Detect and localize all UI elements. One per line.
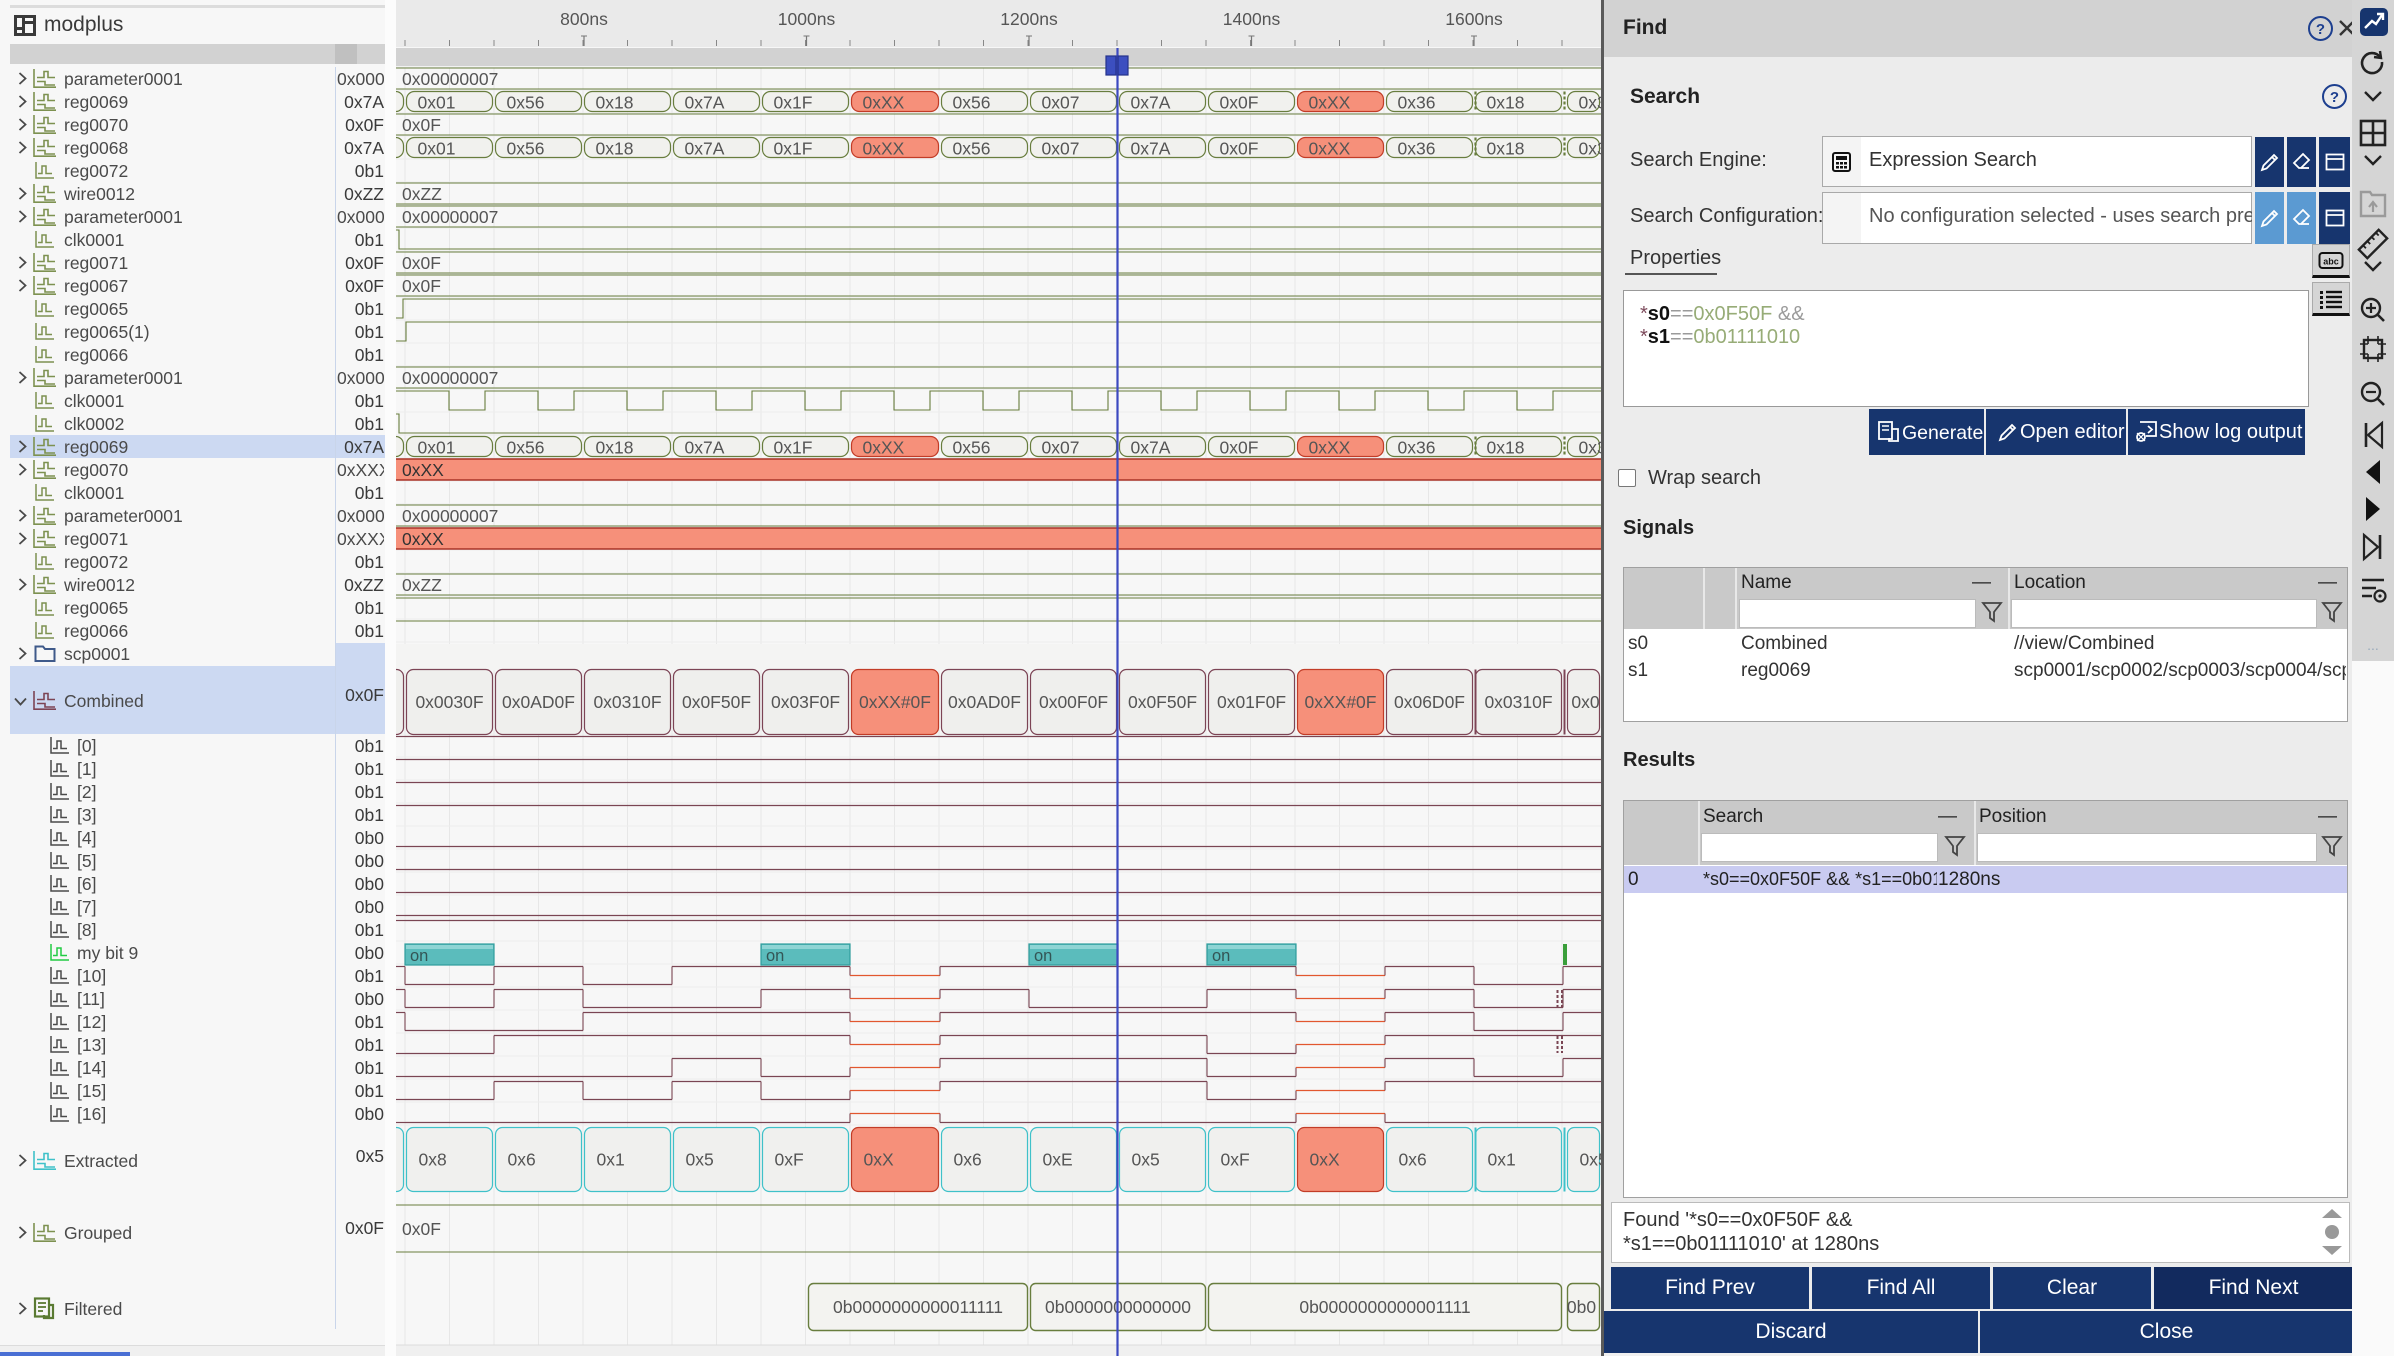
- svg-text:0x0F: 0x0F: [1220, 93, 1259, 113]
- svg-text:0x7A: 0x7A: [1131, 438, 1171, 458]
- svg-text:0x1F: 0x1F: [774, 139, 813, 159]
- svg-text:0xX: 0xX: [1310, 1150, 1340, 1170]
- svg-text:0x7A: 0x7A: [685, 93, 725, 113]
- svg-text:0x01: 0x01: [418, 139, 456, 159]
- svg-text:0xXX#0F: 0xXX#0F: [859, 692, 931, 712]
- svg-text:on: on: [1212, 947, 1230, 965]
- svg-text:1400ns: 1400ns: [1223, 9, 1281, 29]
- svg-text:0x0F: 0x0F: [402, 276, 441, 296]
- svg-text:0b0000000000011111: 0b0000000000011111: [833, 1297, 1003, 1317]
- svg-text:0x07: 0x07: [1042, 93, 1080, 113]
- svg-text:0x07: 0x07: [1042, 139, 1080, 159]
- svg-text:0xXX#0F: 0xXX#0F: [1305, 692, 1377, 712]
- svg-text:0xXX: 0xXX: [1309, 438, 1351, 458]
- svg-text:0x0AD0F: 0x0AD0F: [502, 692, 575, 712]
- svg-text:0x56: 0x56: [953, 139, 991, 159]
- svg-text:on: on: [1034, 947, 1052, 965]
- svg-text:0x36: 0x36: [1398, 139, 1436, 159]
- svg-text:0x0F: 0x0F: [402, 1219, 441, 1239]
- svg-text:0xF: 0xF: [775, 1150, 804, 1170]
- svg-text:0x01: 0x01: [418, 438, 456, 458]
- svg-text:...: ...: [2367, 637, 2379, 653]
- svg-text:0x7A: 0x7A: [1131, 93, 1171, 113]
- svg-text:0xXX: 0xXX: [1309, 139, 1351, 159]
- svg-text:0b0: 0b0: [1567, 1297, 1596, 1317]
- svg-text:0x18: 0x18: [1487, 93, 1525, 113]
- svg-text:abc: abc: [2323, 257, 2339, 267]
- svg-text:0x7A: 0x7A: [685, 438, 725, 458]
- svg-text:0x0030F: 0x0030F: [415, 692, 483, 712]
- svg-text:0xXX: 0xXX: [863, 438, 905, 458]
- svg-text:0x0F: 0x0F: [402, 115, 441, 135]
- svg-text:0x3: 0x3: [1579, 438, 1602, 458]
- svg-text:0x06D0F: 0x06D0F: [1394, 692, 1465, 712]
- svg-text:on: on: [766, 947, 784, 965]
- svg-text:0x7A: 0x7A: [1131, 139, 1171, 159]
- svg-text:0x07: 0x07: [1042, 438, 1080, 458]
- svg-text:0x56: 0x56: [953, 93, 991, 113]
- svg-text:0x00000007: 0x00000007: [402, 506, 498, 526]
- svg-text:0xXX: 0xXX: [1309, 93, 1351, 113]
- svg-text:0x18: 0x18: [1487, 139, 1525, 159]
- svg-text:0xX: 0xX: [864, 1150, 894, 1170]
- svg-text:0x56: 0x56: [507, 438, 545, 458]
- svg-text:0x7A: 0x7A: [685, 139, 725, 159]
- svg-text:800ns: 800ns: [560, 9, 608, 29]
- svg-text:0x01: 0x01: [418, 93, 456, 113]
- svg-text:0xXX: 0xXX: [863, 93, 905, 113]
- svg-text:0x6: 0x6: [508, 1150, 536, 1170]
- svg-text:0xXX: 0xXX: [402, 529, 444, 549]
- svg-text:0x3: 0x3: [1579, 139, 1602, 159]
- svg-text:0x18: 0x18: [596, 93, 634, 113]
- svg-text:0x3: 0x3: [1579, 93, 1602, 113]
- svg-text:0x36: 0x36: [1398, 438, 1436, 458]
- svg-text:0x36: 0x36: [1398, 93, 1436, 113]
- svg-text:0xZZ: 0xZZ: [402, 575, 442, 595]
- svg-text:0x0F: 0x0F: [1220, 139, 1259, 159]
- svg-text:0x1: 0x1: [597, 1150, 625, 1170]
- svg-text:0x01F0F: 0x01F0F: [1217, 692, 1286, 712]
- svg-text:0x56: 0x56: [507, 93, 545, 113]
- svg-text:0x18: 0x18: [596, 139, 634, 159]
- svg-text:0x5: 0x5: [1580, 1150, 1602, 1170]
- svg-text:0xZZ: 0xZZ: [402, 184, 442, 204]
- svg-text:0x0F: 0x0F: [402, 253, 441, 273]
- svg-text:1000ns: 1000ns: [778, 9, 836, 29]
- svg-text:0x8: 0x8: [419, 1150, 447, 1170]
- svg-text:0x0: 0x0: [1571, 692, 1599, 712]
- svg-text:0x6: 0x6: [954, 1150, 982, 1170]
- svg-text:0xE: 0xE: [1043, 1150, 1073, 1170]
- svg-text:0x5: 0x5: [686, 1150, 714, 1170]
- svg-text:0b0000000000001111: 0b0000000000001111: [1299, 1297, 1470, 1317]
- svg-text:0x00000007: 0x00000007: [402, 69, 498, 89]
- svg-text:0x0310F: 0x0310F: [593, 692, 661, 712]
- svg-text:?: ?: [2316, 21, 2325, 38]
- svg-text:0x18: 0x18: [1487, 438, 1525, 458]
- svg-text:0x00000007: 0x00000007: [402, 207, 498, 227]
- svg-text:0x0F: 0x0F: [1220, 438, 1259, 458]
- svg-text:0x0F50F: 0x0F50F: [682, 692, 751, 712]
- svg-text:0xF: 0xF: [1221, 1150, 1250, 1170]
- svg-text:?: ?: [2330, 89, 2339, 106]
- svg-text:0x0AD0F: 0x0AD0F: [948, 692, 1021, 712]
- svg-text:0xXX: 0xXX: [863, 139, 905, 159]
- svg-text:0x03F0F: 0x03F0F: [771, 692, 840, 712]
- svg-text:0x0F50F: 0x0F50F: [1128, 692, 1197, 712]
- svg-text:1200ns: 1200ns: [1000, 9, 1058, 29]
- svg-text:0x1: 0x1: [1488, 1150, 1516, 1170]
- svg-text:0xXX: 0xXX: [402, 460, 444, 480]
- svg-text:1600ns: 1600ns: [1445, 9, 1503, 29]
- svg-text:0x56: 0x56: [953, 438, 991, 458]
- svg-text:0x56: 0x56: [507, 139, 545, 159]
- svg-text:0x0310F: 0x0310F: [1484, 692, 1552, 712]
- svg-text:0x18: 0x18: [596, 438, 634, 458]
- svg-text:0x00000007: 0x00000007: [402, 368, 498, 388]
- svg-text:0x6: 0x6: [1399, 1150, 1427, 1170]
- svg-text:0x00F0F: 0x00F0F: [1039, 692, 1108, 712]
- svg-text:on: on: [410, 947, 428, 965]
- svg-text:0x1F: 0x1F: [774, 93, 813, 113]
- svg-text:0x1F: 0x1F: [774, 438, 813, 458]
- svg-text:0x5: 0x5: [1132, 1150, 1160, 1170]
